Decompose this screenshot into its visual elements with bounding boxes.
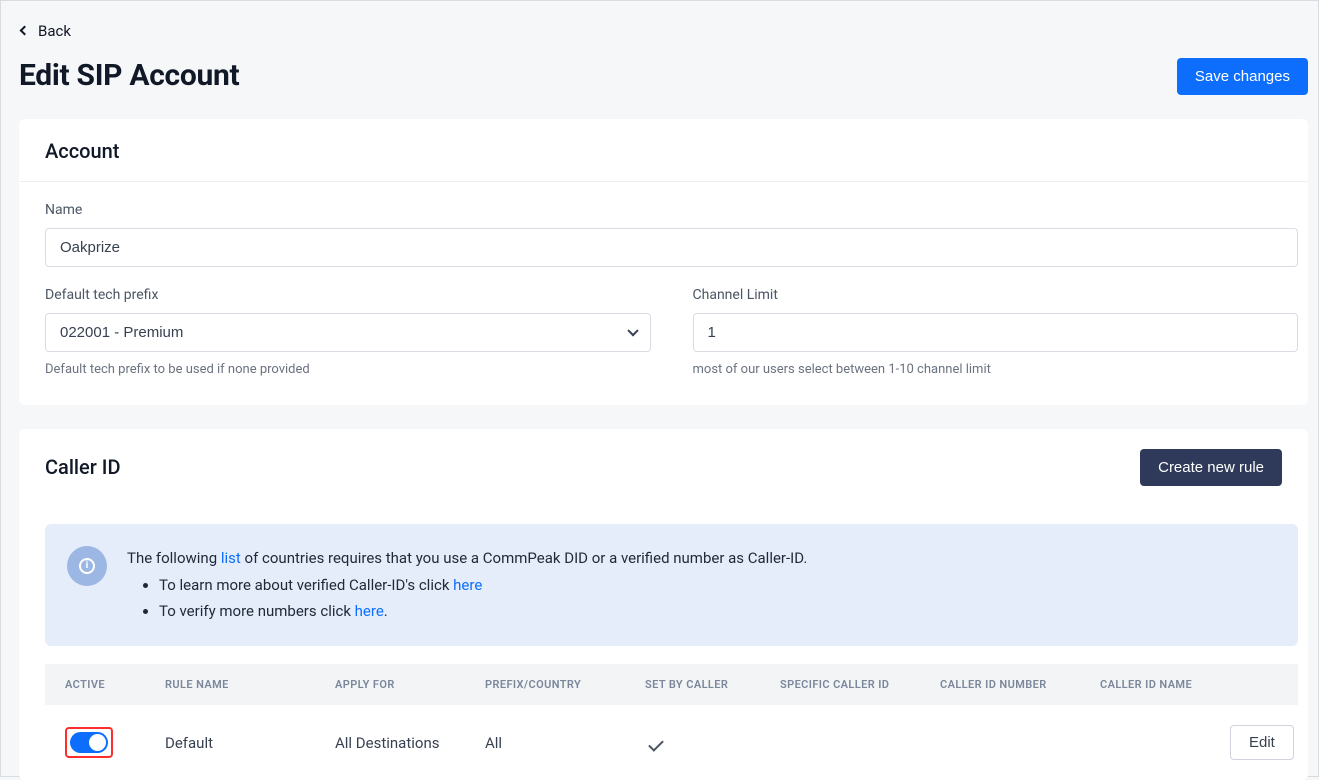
col-specific-caller-id: SPECIFIC CALLER ID: [780, 678, 940, 691]
chevron-left-icon: [20, 26, 30, 36]
check-icon: [648, 736, 664, 752]
account-card: Account Name Default tech prefix Default…: [19, 119, 1308, 405]
cell-prefix-country: All: [485, 734, 645, 752]
col-rule-name: RULE NAME: [165, 678, 335, 691]
caller-id-card: Caller ID Create new rule i The followin…: [19, 429, 1308, 780]
col-caller-id-name: CALLER ID NAME: [1100, 678, 1230, 691]
tech-prefix-label: Default tech prefix: [45, 287, 651, 303]
info-bullet1-pre: To learn more about verified Caller-ID's…: [159, 576, 453, 594]
back-link[interactable]: Back: [19, 22, 71, 40]
channel-limit-label: Channel Limit: [693, 287, 1299, 303]
col-set-by-caller: SET BY CALLER: [645, 678, 780, 691]
info-line1-pre: The following: [127, 549, 221, 567]
active-toggle[interactable]: [70, 732, 108, 753]
col-caller-id-number: CALLER ID NUMBER: [940, 678, 1100, 691]
table-row: Default All Destinations All Edit: [45, 705, 1298, 780]
name-label: Name: [45, 202, 1298, 218]
col-active: ACTIVE: [65, 678, 165, 691]
cell-rule-name: Default: [165, 734, 335, 752]
account-section-title: Account: [45, 139, 119, 163]
edit-rule-button[interactable]: Edit: [1230, 725, 1294, 760]
tech-prefix-select[interactable]: [45, 313, 651, 352]
info-verify-link[interactable]: here: [355, 602, 384, 620]
col-prefix-country: PREFIX/COUNTRY: [485, 678, 645, 691]
tech-prefix-help: Default tech prefix to be used if none p…: [45, 362, 651, 377]
page-title: Edit SIP Account: [19, 58, 239, 93]
cell-apply-for: All Destinations: [335, 734, 485, 752]
info-banner: i The following list of countries requir…: [45, 524, 1298, 647]
save-changes-button[interactable]: Save changes: [1177, 58, 1308, 95]
channel-limit-help: most of our users select between 1-10 ch…: [693, 362, 1299, 377]
info-icon: i: [67, 546, 107, 586]
name-input[interactable]: [45, 228, 1298, 267]
info-bullet2-pre: To verify more numbers click: [159, 602, 355, 620]
cell-set-by-caller: [645, 734, 780, 752]
info-countries-list-link[interactable]: list: [221, 549, 241, 567]
toggle-knob: [89, 734, 106, 751]
info-learn-more-link[interactable]: here: [453, 576, 482, 594]
active-toggle-highlight: [65, 727, 113, 758]
back-label: Back: [38, 22, 71, 40]
info-line1-post: of countries requires that you use a Com…: [241, 549, 807, 567]
info-bullet2-post: .: [384, 602, 388, 620]
channel-limit-input[interactable]: [693, 313, 1299, 352]
create-new-rule-button[interactable]: Create new rule: [1140, 449, 1282, 486]
table-header: ACTIVE RULE NAME APPLY FOR PREFIX/COUNTR…: [45, 664, 1298, 705]
col-apply-for: APPLY FOR: [335, 678, 485, 691]
caller-id-section-title: Caller ID: [45, 455, 121, 479]
caller-id-table: ACTIVE RULE NAME APPLY FOR PREFIX/COUNTR…: [45, 664, 1298, 780]
